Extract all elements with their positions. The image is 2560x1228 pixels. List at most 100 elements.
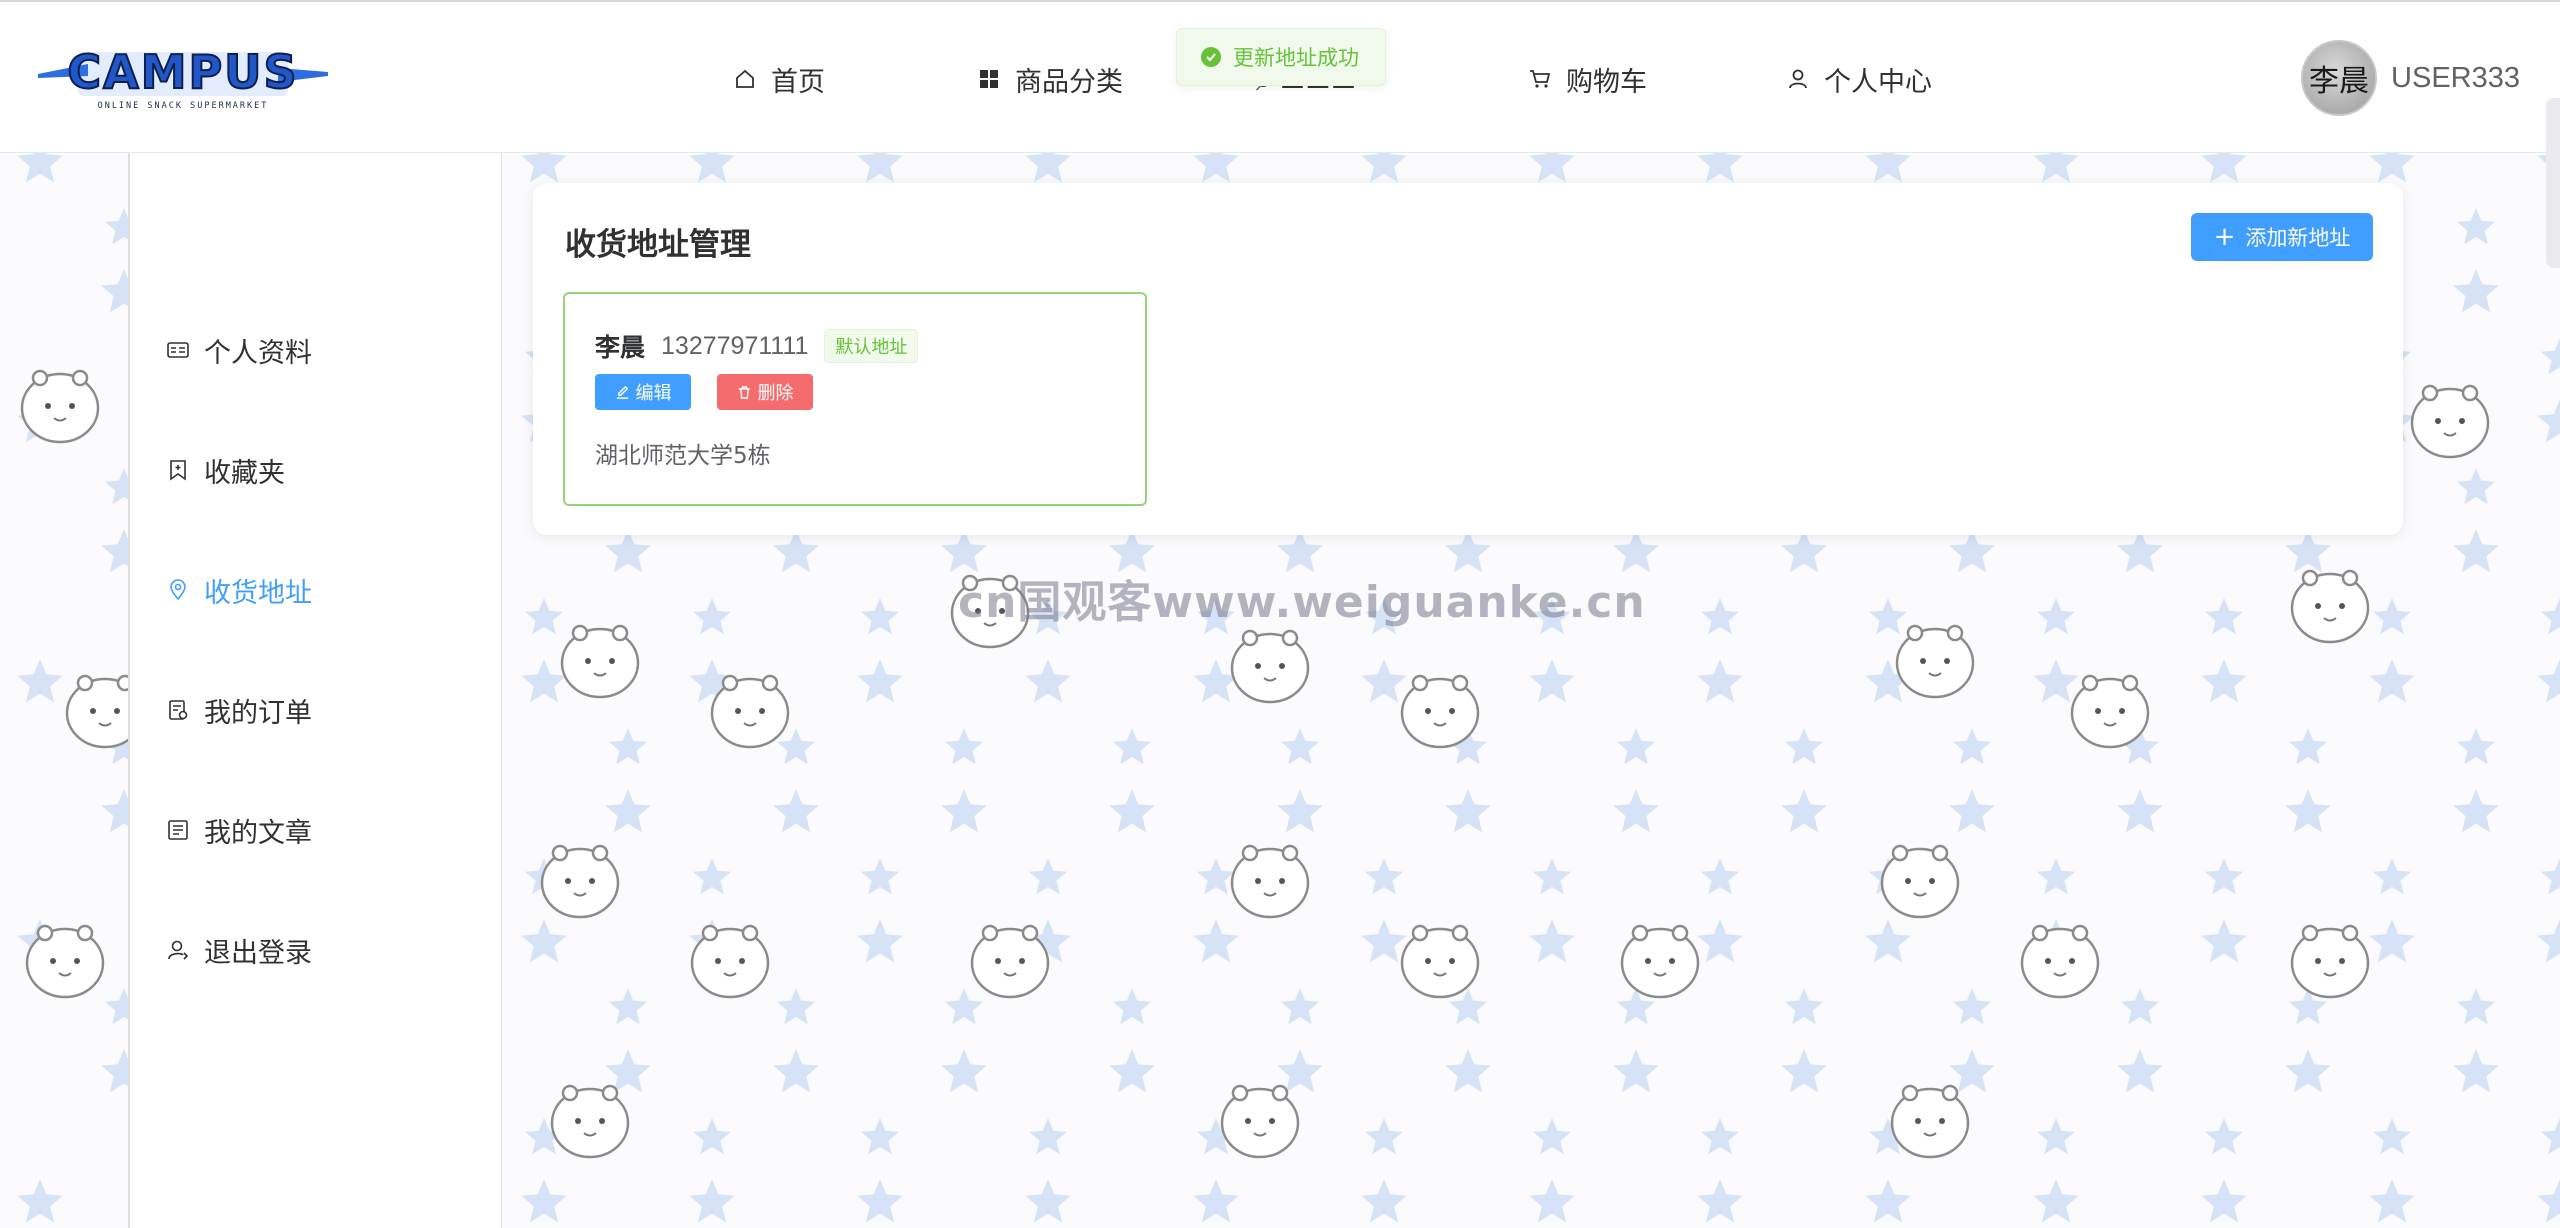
background-star [2285,789,2331,833]
nav-cart-label: 购物车 [1566,66,1647,98]
background-star [2205,1118,2243,1155]
background-star [1533,858,1571,895]
background-star [1193,153,1239,183]
background-star [2369,919,2415,963]
sidebar-item-articles[interactable]: 我的文章 [166,808,312,852]
background-star [1109,789,1155,833]
sidebar-item-address[interactable]: 收货地址 [166,568,312,612]
background-star [2373,598,2411,635]
background-star [2373,858,2411,895]
background-star [693,598,731,635]
background-star [1281,988,1319,1025]
address-item[interactable]: 李晨 13277971111 默认地址 编辑 删除 湖北师范大学5栋 [563,292,1147,506]
background-star [605,789,651,833]
sidebar-item-favorites[interactable]: 收藏夹 [166,448,285,492]
background-star [1361,153,1407,183]
background-character [710,674,790,749]
background-star [1949,789,1995,833]
background-star [777,988,815,1025]
avatar[interactable]: 李晨 [2301,40,2378,116]
background-star [1697,1179,1743,1223]
sidebar-item-logout[interactable]: 退出登录 [166,928,312,972]
background-star [1865,1179,1911,1223]
address-actions: 编辑 删除 [595,374,813,410]
background-star [1953,728,1991,765]
background-star [2369,1179,2415,1223]
background-star [2201,1179,2247,1223]
background-star [1865,153,1911,183]
background-star [1697,153,1743,183]
sidebar-item-label: 收藏夹 [204,457,285,489]
background-star [1781,529,1827,573]
add-address-button[interactable]: + 添加新地址 [2191,213,2373,261]
background-star [2453,789,2499,833]
background-star [1701,1118,1739,1155]
background-star [689,153,735,183]
nav-personal-center[interactable]: 个人中心 [1786,54,1932,104]
background-star [945,988,983,1025]
sidebar-item-profile[interactable]: 个人资料 [166,328,312,372]
side-drawer-handle[interactable] [2546,98,2560,268]
background-character [20,369,100,444]
background-star [2369,153,2415,183]
check-circle-icon [1201,47,1221,67]
background-star [1361,1179,1407,1223]
nav-personal-center-label: 个人中心 [1824,66,1932,98]
background-star [521,153,567,183]
background-star [2537,659,2560,703]
background-star [1361,919,1407,963]
sidebar-item-orders[interactable]: 我的订单 [166,688,312,732]
background-character [2410,384,2490,459]
background-star [861,598,899,635]
background-character [690,924,770,999]
background-star [1617,728,1655,765]
background-star [1529,919,1575,963]
background-star [2037,858,2075,895]
background-star [2037,1118,2075,1155]
svg-text:ONLINE SNACK SUPERMARKET: ONLINE SNACK SUPERMARKET [98,101,269,111]
background-star [2453,529,2499,573]
background-star [525,598,563,635]
watermark: cn国观客www.weiguanke.cn [958,577,1646,628]
profile-card-icon [167,342,189,358]
address-detail: 湖北师范大学5栋 [595,443,771,469]
background-star [521,1179,567,1223]
background-character [1220,1084,1300,1159]
background-character [1230,629,1310,704]
sidebar: 个人资料 收藏夹 收货地址 我的订单 我的文章 退出登录 [128,153,502,1228]
background-star [1697,919,1743,963]
background-star [773,1049,819,1093]
background-star [1529,1179,1575,1223]
background-star [1949,529,1995,573]
nav-cart[interactable]: 购物车 [1528,54,1647,104]
background-star [773,529,819,573]
background-star [1781,1049,1827,1093]
nav-home-label: 首页 [771,66,825,98]
user-menu[interactable]: 李晨 USER333 [2301,40,2520,116]
edit-button[interactable]: 编辑 [595,374,691,410]
edit-icon [616,385,628,399]
sidebar-item-label: 收货地址 [204,577,312,609]
background-star [521,659,567,703]
background-character [2070,674,2150,749]
nav-categories[interactable]: 商品分类 [977,54,1123,104]
campus-logo[interactable]: CAMPUS ONLINE SNACK SUPERMARKET [38,42,328,114]
background-character [1400,924,1480,999]
background-star [1113,988,1151,1025]
default-address-badge: 默认地址 [824,329,919,363]
delete-button[interactable]: 删除 [717,374,813,410]
logo-icon: CAMPUS ONLINE SNACK SUPERMARKET [38,44,328,111]
background-star [2457,468,2495,505]
background-star [941,789,987,833]
username[interactable]: USER333 [2391,62,2520,95]
background-star [2537,919,2560,963]
nav-home[interactable]: 首页 [733,54,825,104]
background-star [1113,728,1151,765]
background-star [945,728,983,765]
background-star [2201,919,2247,963]
background-star [777,728,815,765]
background-star [1949,1049,1995,1093]
background-star [2205,598,2243,635]
background-character [540,844,620,919]
background-star [1529,153,1575,183]
